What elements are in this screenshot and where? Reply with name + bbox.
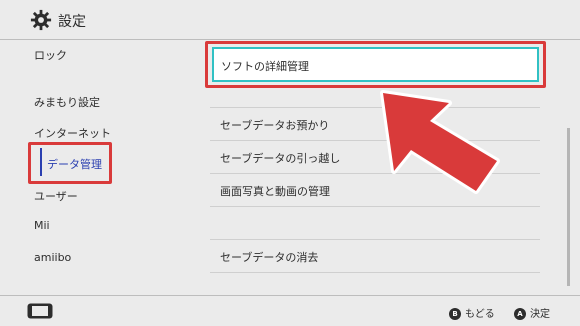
sidebar-item-lock[interactable]: ロック (34, 47, 67, 63)
menu-item-label: ソフトの詳細管理 (221, 60, 309, 73)
menu-item-label: セーブデータの引っ越し (220, 152, 341, 165)
back-label: もどる (465, 309, 495, 320)
gear-icon (30, 9, 52, 31)
confirm-label: 決定 (530, 309, 550, 320)
sidebar-item-amiibo[interactable]: amiibo (34, 251, 71, 264)
confirm-button[interactable]: A 決定 (514, 305, 550, 320)
menu-item-blank (210, 207, 540, 240)
menu-spacer (210, 74, 540, 108)
menu-item-label: セーブデータの消去 (220, 251, 319, 264)
annotation-highlight-sidebar (28, 142, 112, 184)
back-button[interactable]: B もどる (449, 305, 495, 320)
sidebar-item-users[interactable]: ユーザー (34, 188, 78, 204)
menu-item-label: 画面写真と動画の管理 (220, 185, 330, 198)
console-icon (27, 303, 53, 319)
menu-item-delete-save-data[interactable]: セーブデータの消去 (210, 240, 540, 273)
menu-item-save-data-cloud[interactable]: セーブデータお預かり (210, 108, 540, 141)
footer-bar: B もどる A 決定 (0, 295, 580, 326)
page-title: 設定 (58, 14, 86, 30)
header-bar: 設定 (0, 0, 580, 40)
b-button-icon: B (449, 308, 461, 320)
menu-item-label: セーブデータお預かり (220, 119, 330, 132)
menu-item-screenshots-videos[interactable]: 画面写真と動画の管理 (210, 174, 540, 207)
sidebar-item-parental-controls[interactable]: みまもり設定 (34, 94, 100, 110)
scrollbar[interactable] (567, 128, 570, 286)
sidebar-item-mii[interactable]: Mii (34, 219, 50, 232)
menu-item-save-data-transfer[interactable]: セーブデータの引っ越し (210, 141, 540, 174)
sidebar-item-internet[interactable]: インターネット (34, 125, 111, 141)
a-button-icon: A (514, 308, 526, 320)
